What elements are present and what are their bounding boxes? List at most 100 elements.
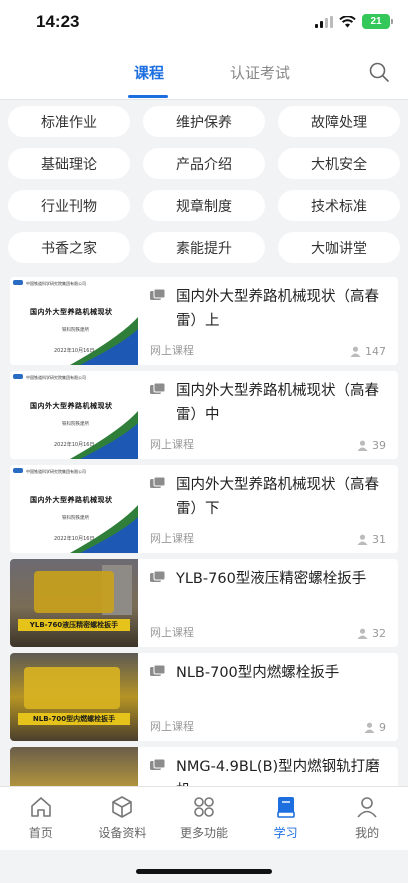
user-count-icon [357, 628, 368, 639]
user-count-icon [357, 440, 368, 451]
active-tab-indicator [128, 95, 168, 98]
user-count-icon [364, 722, 375, 733]
course-views: 147 [350, 345, 386, 358]
course-thumbnail: 中国铁道科学研究院集团有限公司 国内外大型养路机械现状 铁科院铁建所 2022年… [10, 277, 138, 365]
course-list: 中国铁道科学研究院集团有限公司 国内外大型养路机械现状 铁科院铁建所 2022年… [10, 277, 398, 841]
nav-study[interactable]: 学习 [245, 787, 327, 850]
category-chip[interactable]: 大机安全 [278, 148, 400, 179]
category-chip[interactable]: 基础理论 [8, 148, 130, 179]
tab-course[interactable]: 课程 [134, 62, 164, 83]
nav-label: 设备资料 [98, 826, 147, 840]
slide-logo [13, 374, 23, 379]
home-indicator-area [0, 850, 408, 883]
course-card[interactable]: NLB-700型内燃螺栓扳手 NLB-700型内燃螺栓扳手 网上课程 9 [10, 653, 398, 741]
status-time: 14:23 [36, 12, 80, 31]
category-chip[interactable]: 产品介绍 [143, 148, 265, 179]
nav-equipment-docs[interactable]: 设备资料 [82, 787, 164, 850]
slide-date: 2022年10月16日 [54, 536, 95, 542]
category-chip[interactable]: 标准作业 [8, 106, 130, 137]
battery-icon: 21 [362, 14, 393, 29]
nav-label: 我的 [355, 826, 380, 840]
course-tag: 网上课程 [150, 438, 194, 451]
nav-label: 学习 [273, 826, 298, 840]
nav-home[interactable]: 首页 [0, 787, 82, 850]
course-tag: 网上课程 [150, 626, 194, 639]
category-chip[interactable]: 素能提升 [143, 232, 265, 263]
slide-date: 2022年10月16日 [54, 348, 95, 354]
course-views-count: 39 [372, 439, 386, 452]
video-course-icon [150, 571, 166, 582]
slide-header: 中国铁道科学研究院集团有限公司 [26, 281, 86, 286]
course-views: 31 [357, 533, 386, 546]
course-title: YLB-760型液压精密螺栓扳手 [176, 571, 367, 587]
course-card[interactable]: 中国铁道科学研究院集团有限公司 国内外大型养路机械现状 铁科院铁建所 2022年… [10, 371, 398, 459]
course-views-count: 147 [365, 345, 386, 358]
course-tag: 网上课程 [150, 720, 194, 733]
course-card[interactable]: 中国铁道科学研究院集团有限公司 国内外大型养路机械现状 铁科院铁建所 2022年… [10, 465, 398, 553]
video-course-icon [150, 477, 166, 488]
course-card-body: NLB-700型内燃螺栓扳手 网上课程 9 [150, 653, 398, 741]
cube-icon [112, 796, 133, 818]
status-bar: 14:23 21 [0, 0, 408, 44]
nav-more-functions[interactable]: 更多功能 [163, 787, 245, 850]
top-tabs: 课程 认证考试 [0, 44, 408, 100]
wifi-icon [339, 15, 356, 27]
course-title: 国内外大型养路机械现状（高春雷）中 [176, 383, 379, 423]
category-chip[interactable]: 故障处理 [278, 106, 400, 137]
slide-subtitle: 铁科院铁建所 [62, 328, 89, 333]
category-chip[interactable]: 规章制度 [143, 190, 265, 221]
user-icon [357, 797, 377, 818]
course-title: NLB-700型内燃螺栓扳手 [176, 665, 340, 681]
course-card[interactable]: 中国铁道科学研究院集团有限公司 国内外大型养路机械现状 铁科院铁建所 2022年… [10, 277, 398, 365]
photo-equipment [34, 571, 114, 613]
slide-logo [13, 280, 23, 285]
slide-title: 国内外大型养路机械现状 [30, 308, 113, 316]
slide-date: 2022年10月16日 [54, 442, 95, 448]
category-chip[interactable]: 行业刊物 [8, 190, 130, 221]
slide-header: 中国铁道科学研究院集团有限公司 [26, 375, 86, 380]
course-card-body: YLB-760型液压精密螺栓扳手 网上课程 32 [150, 559, 398, 647]
course-tag: 网上课程 [150, 344, 194, 357]
slide-subtitle: 铁科院铁建所 [62, 422, 89, 427]
course-card-body: 国内外大型养路机械现状（高春雷）下 网上课程 31 [150, 465, 398, 553]
tab-certification-exam[interactable]: 认证考试 [230, 62, 290, 83]
course-title: 国内外大型养路机械现状（高春雷）下 [176, 477, 379, 517]
nav-label: 首页 [28, 826, 53, 840]
course-card-body: 国内外大型养路机械现状（高春雷）上 网上课程 147 [150, 277, 398, 365]
category-chip[interactable]: 书香之家 [8, 232, 130, 263]
slide-logo [13, 468, 23, 473]
course-card-body: 国内外大型养路机械现状（高春雷）中 网上课程 39 [150, 371, 398, 459]
course-card[interactable]: YLB-760液压精密螺栓扳手 YLB-760型液压精密螺栓扳手 网上课程 32 [10, 559, 398, 647]
video-course-icon [150, 665, 166, 676]
category-chip[interactable]: 技术标准 [278, 190, 400, 221]
course-thumbnail-photo: YLB-760液压精密螺栓扳手 [10, 559, 138, 647]
category-chip[interactable]: 大咖讲堂 [278, 232, 400, 263]
photo-banner: NLB-700型内燃螺栓扳手 [18, 713, 130, 725]
book-icon [276, 797, 295, 818]
search-icon[interactable] [368, 61, 390, 83]
nav-mine[interactable]: 我的 [326, 787, 408, 850]
category-chip[interactable]: 维护保养 [143, 106, 265, 137]
category-chips: 标准作业 维护保养 故障处理 基础理论 产品介绍 大机安全 行业刊物 规章制度 … [8, 106, 400, 263]
video-course-icon [150, 383, 166, 394]
user-count-icon [357, 534, 368, 545]
home-icon [30, 797, 51, 817]
course-views: 32 [357, 627, 386, 640]
course-views-count: 9 [379, 721, 386, 734]
nav-label: 更多功能 [179, 826, 228, 840]
photo-equipment [24, 667, 120, 709]
video-course-icon [150, 759, 166, 770]
home-indicator [136, 869, 272, 874]
bottom-nav: 首页 设备资料 更多功能 学习 我的 [0, 786, 408, 850]
course-views-count: 31 [372, 533, 386, 546]
course-tag: 网上课程 [150, 532, 194, 545]
slide-title: 国内外大型养路机械现状 [30, 496, 113, 504]
course-title: 国内外大型养路机械现状（高春雷）上 [176, 289, 379, 329]
status-icons: 21 [315, 14, 393, 29]
video-course-icon [150, 289, 166, 300]
grid-icon [194, 797, 214, 817]
photo-banner: YLB-760液压精密螺栓扳手 [18, 619, 130, 631]
slide-header: 中国铁道科学研究院集团有限公司 [26, 469, 86, 474]
course-thumbnail-photo: NLB-700型内燃螺栓扳手 [10, 653, 138, 741]
course-views: 39 [357, 439, 386, 452]
